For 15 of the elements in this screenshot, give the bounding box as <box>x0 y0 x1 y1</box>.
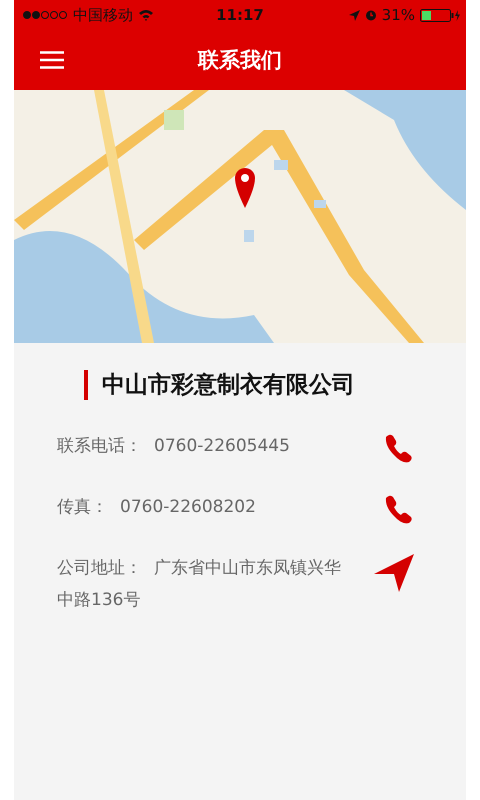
battery-percent: 31% <box>382 6 415 24</box>
alarm-icon <box>364 9 377 21</box>
location-icon <box>348 10 360 20</box>
signal-icon <box>22 10 68 20</box>
wifi-icon <box>138 9 154 21</box>
page-title: 联系我们 <box>198 47 282 74</box>
contact-info: 公司地址： 广东省中山市东凤镇兴华中路136号 <box>57 557 342 612</box>
contact-info: 传真： 0760-22608202 <box>57 496 257 519</box>
status-time: 11:17 <box>216 6 264 24</box>
contact-info: 联系电话： 0760-22605445 <box>57 435 291 458</box>
menu-button[interactable] <box>40 51 64 69</box>
company-name: 中山市彩意制衣有限公司 <box>102 371 355 400</box>
carrier-name: 中国移动 <box>73 6 133 24</box>
battery-icon <box>420 8 460 22</box>
navigation-arrow-icon[interactable] <box>374 554 414 592</box>
